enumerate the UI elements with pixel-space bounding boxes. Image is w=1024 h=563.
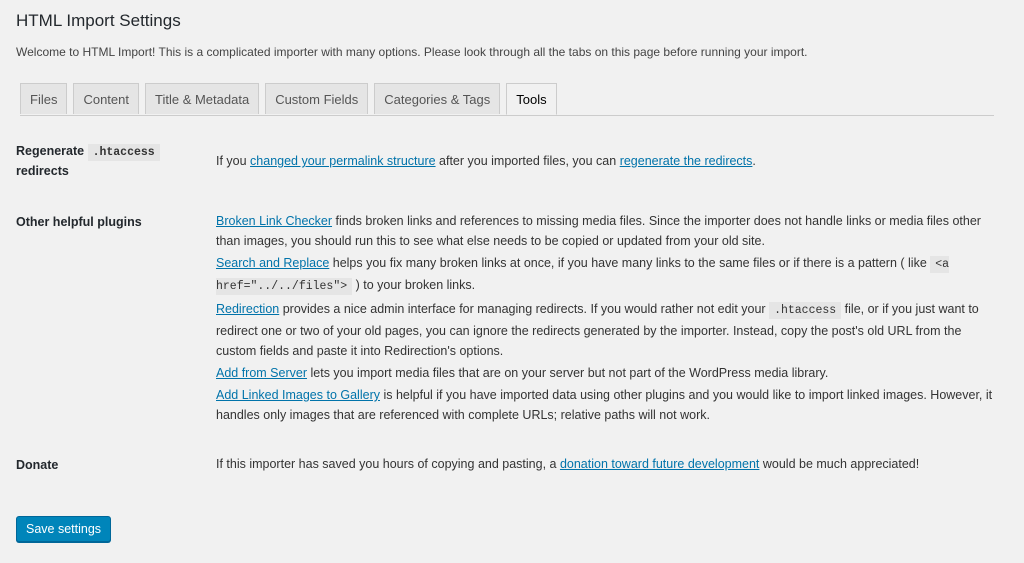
- add-from-server-item: Add from Server lets you import media fi…: [216, 363, 994, 383]
- plugins-list: Broken Link Checker finds broken links a…: [216, 211, 994, 425]
- tab-title-metadata[interactable]: Title & Metadata: [145, 83, 260, 114]
- donate-text-2: would be much appreciated!: [759, 457, 920, 471]
- linked-images-gallery-link[interactable]: Add Linked Images to Gallery: [216, 388, 380, 402]
- save-settings-button[interactable]: Save settings: [16, 516, 112, 542]
- broken-link-checker-item: Broken Link Checker finds broken links a…: [216, 211, 994, 251]
- page-title: HTML Import Settings: [16, 11, 181, 30]
- redirection-link[interactable]: Redirection: [216, 302, 279, 316]
- donate-description: If this importer has saved you hours of …: [216, 454, 994, 474]
- search-replace-text-1: helps you fix many broken links at once,…: [329, 256, 931, 270]
- search-replace-link[interactable]: Search and Replace: [216, 256, 329, 270]
- intro-text: Welcome to HTML Import! This is a compli…: [16, 45, 808, 59]
- tab-categories-tags[interactable]: Categories & Tags: [374, 83, 501, 114]
- regenerate-description: If you changed your permalink structure …: [216, 151, 994, 171]
- regenerate-text-2: after you imported files, you can: [435, 154, 620, 168]
- tab-content[interactable]: Content: [73, 83, 139, 114]
- tab-files[interactable]: Files: [20, 83, 68, 114]
- donation-link[interactable]: donation toward future development: [560, 457, 759, 471]
- redirection-htaccess-code: .htaccess: [769, 302, 842, 319]
- regenerate-redirects-link[interactable]: regenerate the redirects: [620, 154, 753, 168]
- regenerate-text-3: .: [752, 154, 756, 168]
- plugins-label: Other helpful plugins: [16, 215, 142, 229]
- add-from-server-link[interactable]: Add from Server: [216, 366, 307, 380]
- search-replace-text-2: ) to your broken links.: [352, 278, 476, 292]
- donate-label: Donate: [16, 458, 59, 472]
- redirection-item: Redirection provides a nice admin interf…: [216, 299, 994, 361]
- htaccess-code: .htaccess: [87, 144, 160, 161]
- donate-text-1: If this importer has saved you hours of …: [216, 457, 560, 471]
- permalink-structure-link[interactable]: changed your permalink structure: [250, 154, 436, 168]
- linked-images-item: Add Linked Images to Gallery is helpful …: [216, 385, 994, 425]
- redirection-text-1: provides a nice admin interface for mana…: [279, 302, 770, 316]
- settings-page: HTML Import Settings Welcome to HTML Imp…: [0, 0, 1008, 563]
- regenerate-label-post: redirects: [16, 164, 69, 178]
- tab-tools[interactable]: Tools: [506, 83, 557, 115]
- search-replace-item: Search and Replace helps you fix many br…: [216, 253, 994, 297]
- tab-custom-fields[interactable]: Custom Fields: [265, 83, 369, 114]
- regenerate-text-1: If you: [216, 154, 251, 168]
- regenerate-label: Regenerate .htaccess redirects: [16, 142, 206, 180]
- broken-link-checker-link[interactable]: Broken Link Checker: [216, 214, 332, 228]
- regenerate-label-pre: Regenerate: [16, 144, 85, 158]
- add-from-server-text: lets you import media files that are on …: [307, 366, 829, 380]
- tab-bar: Files Content Title & Metadata Custom Fi…: [20, 83, 994, 116]
